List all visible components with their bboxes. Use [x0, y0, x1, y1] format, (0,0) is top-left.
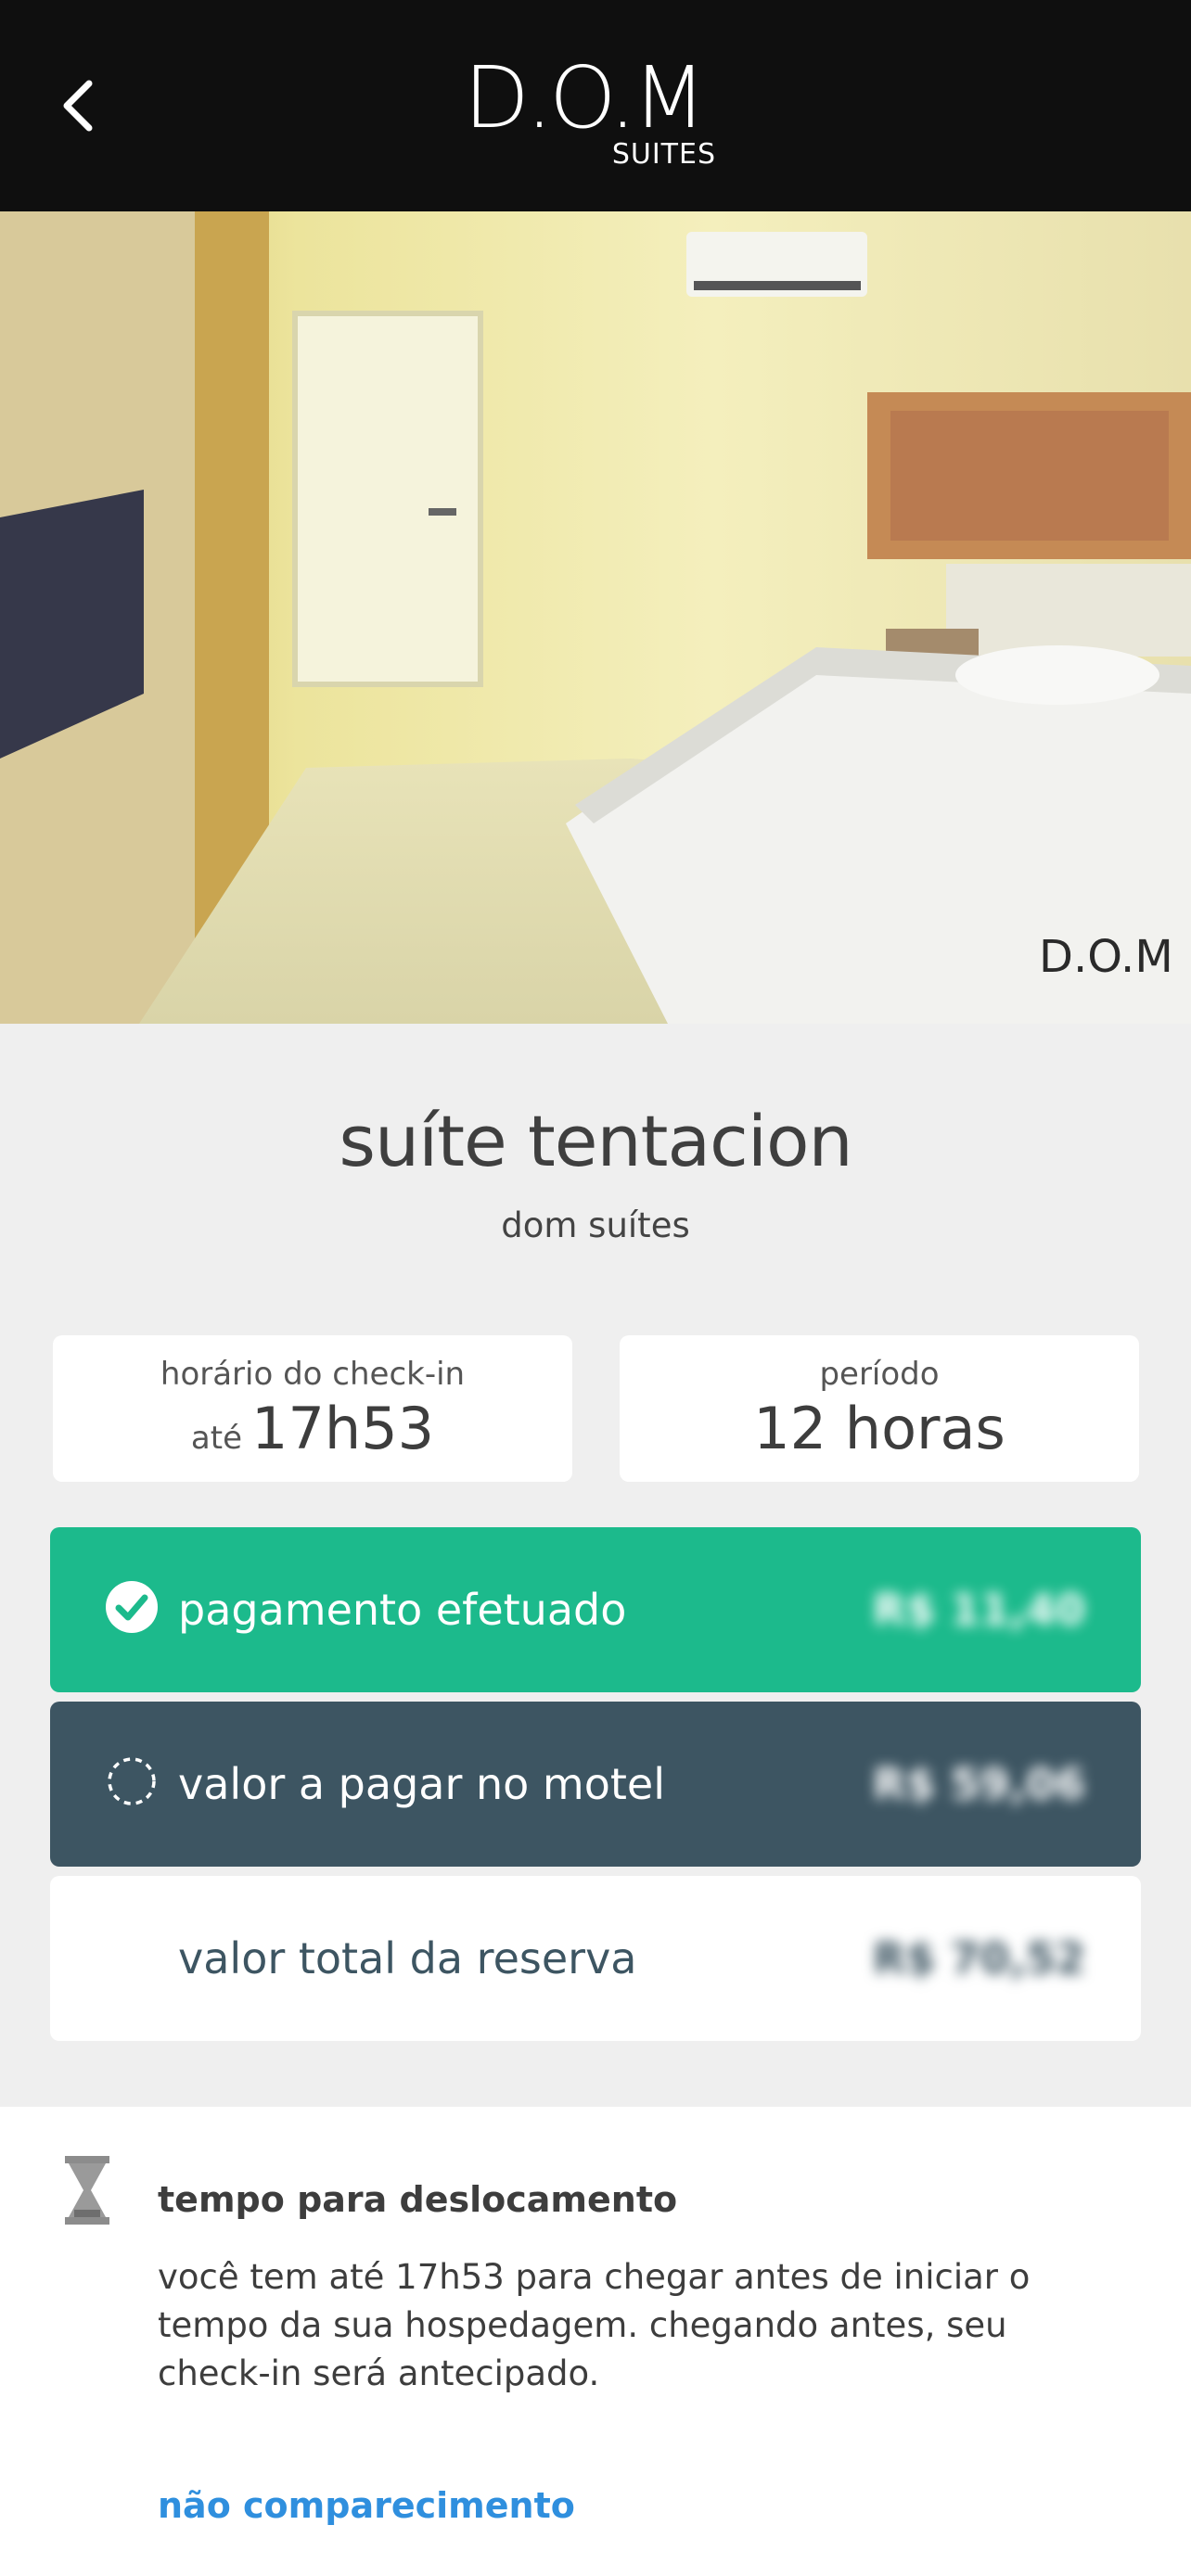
hourglass-icon: [65, 2156, 109, 2225]
room-illustration: D.O.M: [0, 211, 1191, 1024]
checkin-label: horário do check-in: [160, 1356, 466, 1393]
period-label: período: [819, 1356, 940, 1393]
payment-total-row: valor total da reserva R$ 70,52: [50, 1876, 1141, 2041]
payment-pending-row: valor a pagar no motel R$ 59,06: [50, 1702, 1141, 1867]
travel-title: tempo para deslocamento: [158, 2179, 678, 2220]
checkin-prefix: até: [190, 1420, 242, 1457]
payment-done-label: pagamento efetuado: [178, 1585, 627, 1635]
payment-done-row: pagamento efetuado R$ 11,40: [50, 1527, 1141, 1692]
payment-total-label: valor total da reserva: [178, 1933, 637, 1983]
top-bar: D.O.M SUITES: [0, 0, 1191, 211]
brand-logo: D.O.M SUITES: [464, 56, 733, 176]
no-show-link[interactable]: não comparecimento: [158, 2485, 575, 2526]
check-circle-icon: [106, 1581, 158, 1633]
period-card: período 12 horas: [620, 1335, 1139, 1482]
checkin-time: 17h53: [251, 1395, 435, 1462]
payment-pending-amount: R$ 59,06: [873, 1759, 1085, 1809]
chevron-left-icon: [63, 80, 93, 132]
payment-pending-label: valor a pagar no motel: [178, 1759, 665, 1809]
period-value: 12 horas: [753, 1395, 1005, 1462]
payment-total-amount: R$ 70,52: [873, 1933, 1085, 1983]
logo-main-text: D.O.M: [464, 48, 706, 147]
hotel-name: dom suítes: [501, 1205, 690, 1245]
payment-done-amount: R$ 11,40: [873, 1585, 1085, 1635]
suite-name: suíte tentacion: [339, 1100, 852, 1182]
checkin-value: até 17h53: [53, 1395, 572, 1462]
travel-text: você tem até 17h53 para chegar antes de …: [158, 2257, 1031, 2393]
bed-logo-mark: D.O.M: [1039, 931, 1173, 983]
dashed-circle-icon: [108, 1757, 156, 1805]
room-photo: D.O.M: [0, 211, 1191, 1024]
logo-sub-text: SUITES: [611, 138, 716, 171]
back-button[interactable]: [52, 74, 104, 137]
checkin-card: horário do check-in até 17h53: [53, 1335, 572, 1482]
